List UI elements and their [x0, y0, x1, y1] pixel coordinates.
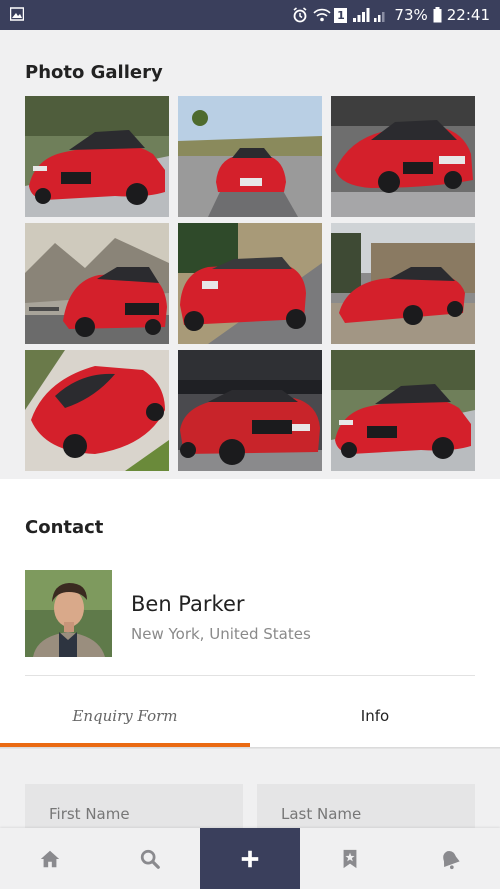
gallery-photo[interactable]	[331, 96, 475, 217]
bell-icon	[443, 850, 460, 869]
gallery-photo[interactable]	[178, 96, 322, 217]
contact-tabs: Enquiry Form Info	[0, 687, 500, 750]
status-bar: 1 73% 22:41	[0, 0, 500, 30]
battery-percent: 73%	[394, 6, 428, 24]
nav-home-button[interactable]	[0, 828, 100, 889]
gallery-photo[interactable]	[178, 223, 322, 344]
home-icon	[40, 850, 60, 867]
avatar	[25, 570, 112, 657]
battery-icon	[433, 7, 442, 23]
add-icon	[241, 850, 259, 867]
gallery-title: Photo Gallery	[25, 62, 163, 83]
tab-info[interactable]: Info	[250, 687, 500, 745]
wifi-icon	[313, 7, 332, 23]
contact-name: Ben Parker	[131, 592, 245, 616]
alarm-icon	[292, 7, 308, 23]
gallery-photo[interactable]	[25, 223, 169, 344]
gallery-photo[interactable]	[331, 223, 475, 344]
gallery-notification-icon	[9, 7, 25, 21]
nav-bookmark-button[interactable]	[300, 828, 400, 889]
contact-title: Contact	[25, 517, 104, 538]
contact-location: New York, United States	[131, 625, 311, 643]
nav-add-button[interactable]	[200, 828, 300, 889]
gallery-photo[interactable]	[331, 350, 475, 471]
app-screen: 1 73% 22:41 Photo Gallery Contact Ben Pa…	[0, 0, 500, 889]
tab-enquiry-form[interactable]: Enquiry Form	[0, 687, 250, 745]
gallery-photo[interactable]	[178, 350, 322, 471]
bookmark-icon	[343, 849, 357, 868]
gallery-photo[interactable]	[25, 350, 169, 471]
bottom-nav	[0, 828, 500, 889]
nav-notifications-button[interactable]	[400, 828, 500, 889]
photo-grid	[25, 96, 475, 472]
contact-section: Contact Ben Parker New York, United Stat…	[0, 479, 500, 750]
nav-search-button[interactable]	[100, 828, 200, 889]
gallery-photo[interactable]	[25, 96, 169, 217]
clock: 22:41	[446, 6, 490, 24]
signal-2-icon	[373, 7, 389, 23]
sim-badge: 1	[334, 7, 348, 23]
search-icon	[140, 849, 160, 869]
divider	[25, 675, 475, 676]
photo-gallery-section: Photo Gallery	[0, 30, 500, 479]
signal-icon	[352, 7, 370, 23]
